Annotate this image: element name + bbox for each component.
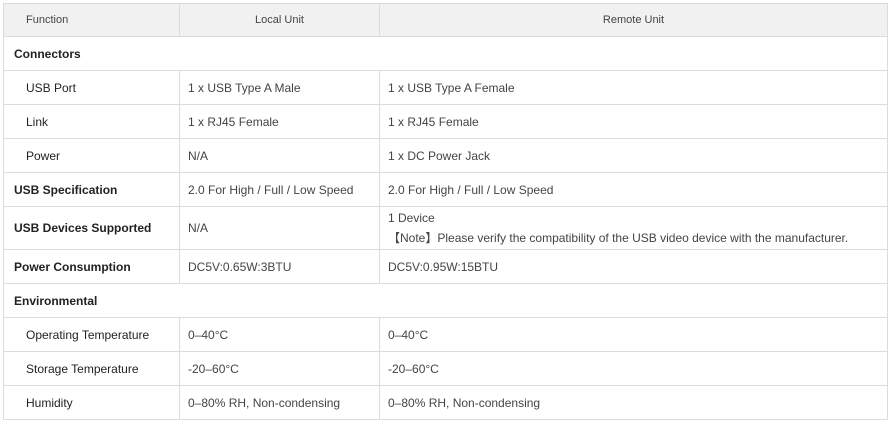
remote-value: 1 x DC Power Jack (379, 138, 888, 173)
row-label: USB Port (3, 70, 180, 105)
table-row: USB Devices Supported N/A 1 Device 【Note… (3, 206, 888, 250)
row-label: Link (3, 104, 180, 139)
header-row: Function Local Unit Remote Unit (3, 3, 888, 37)
section-title: Environmental (3, 283, 888, 318)
remote-value: 1 x USB Type A Female (379, 70, 888, 105)
remote-value: 0–40°C (379, 317, 888, 352)
remote-value: 0–80% RH, Non-condensing (379, 385, 888, 420)
row-label: Power Consumption (3, 249, 180, 284)
section-title: Connectors (3, 36, 888, 71)
table-row: Link 1 x RJ45 Female 1 x RJ45 Female (3, 104, 888, 139)
table-row: Humidity 0–80% RH, Non-condensing 0–80% … (3, 385, 888, 420)
header-function: Function (3, 3, 180, 37)
remote-value: -20–60°C (379, 351, 888, 386)
row-label: Storage Temperature (3, 351, 180, 386)
remote-value: 2.0 For High / Full / Low Speed (379, 172, 888, 207)
row-label: USB Specification (3, 172, 180, 207)
table-row: Power N/A 1 x DC Power Jack (3, 138, 888, 173)
row-label: USB Devices Supported (3, 206, 180, 250)
local-value: N/A (179, 138, 380, 173)
compatibility-note: 【Note】Please verify the compatibility of… (388, 230, 849, 245)
local-value: 1 x RJ45 Female (179, 104, 380, 139)
table-row: Storage Temperature -20–60°C -20–60°C (3, 351, 888, 386)
table-row: USB Port 1 x USB Type A Male 1 x USB Typ… (3, 70, 888, 105)
header-local-unit: Local Unit (179, 3, 380, 37)
remote-value-cell: 1 Device 【Note】Please verify the compati… (379, 206, 888, 250)
row-label: Humidity (3, 385, 180, 420)
local-value: 0–80% RH, Non-condensing (179, 385, 380, 420)
row-label: Power (3, 138, 180, 173)
table-row: Operating Temperature 0–40°C 0–40°C (3, 317, 888, 352)
remote-value: 1 Device (388, 210, 435, 225)
row-label: Operating Temperature (3, 317, 180, 352)
remote-value: 1 x RJ45 Female (379, 104, 888, 139)
local-value: 2.0 For High / Full / Low Speed (179, 172, 380, 207)
local-value: DC5V:0.65W:3BTU (179, 249, 380, 284)
table-row: USB Specification 2.0 For High / Full / … (3, 172, 888, 207)
local-value: 0–40°C (179, 317, 380, 352)
section-row-connectors: Connectors (3, 36, 888, 71)
section-row-environmental: Environmental (3, 283, 888, 318)
table-row: Power Consumption DC5V:0.65W:3BTU DC5V:0… (3, 249, 888, 284)
remote-value: DC5V:0.95W:15BTU (379, 249, 888, 284)
local-value: N/A (179, 206, 380, 250)
local-value: 1 x USB Type A Male (179, 70, 380, 105)
local-value: -20–60°C (179, 351, 380, 386)
header-remote-unit: Remote Unit (379, 3, 888, 37)
spec-table: Function Local Unit Remote Unit Connecto… (3, 3, 888, 420)
